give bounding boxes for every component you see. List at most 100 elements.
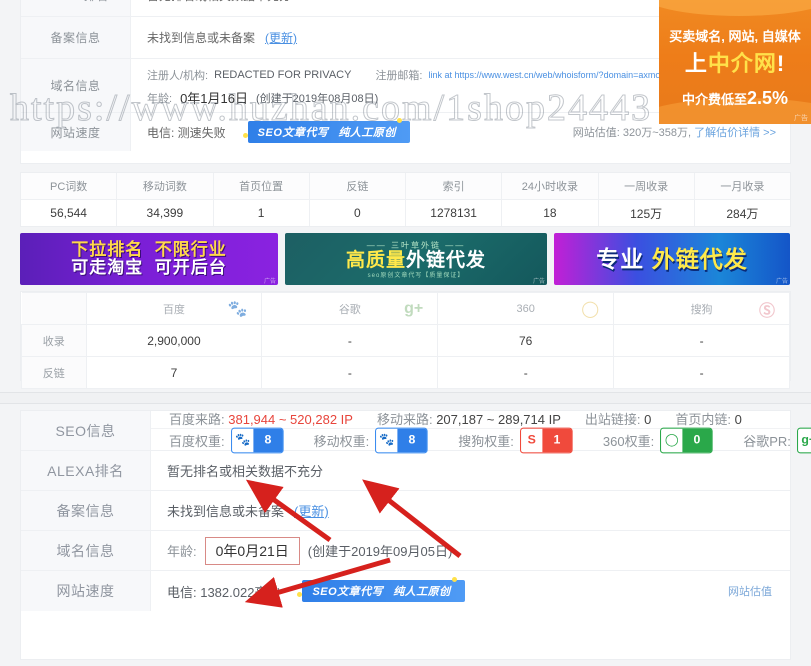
top-seo-article-ad-badge[interactable]: SEO文章代写 纯人工原创 <box>248 121 410 143</box>
pulldown-ranking-ad[interactable]: 下拉排名 不限行业 可走淘宝 可开后台 广告 <box>20 233 278 285</box>
ad1-line1-b: 不限行业 <box>155 240 227 259</box>
ad-banner-strip: 下拉排名 不限行业 可走淘宝 可开后台 广告 —— 三叶草外链 —— 高质量外链… <box>20 233 791 285</box>
orange-ad-line2-c: ! <box>777 51 785 76</box>
top-valuation-link[interactable]: 了解估价详情 >> <box>694 127 776 139</box>
baidu-weight-value: 8 <box>253 429 282 453</box>
top-speed-label: 网站速度 <box>21 113 131 151</box>
top-badge-text-1: SEO文章代写 <box>258 124 329 140</box>
top-valuation-value: 320万~358万, <box>623 127 691 139</box>
bottom-seo-article-ad-badge[interactable]: SEO文章代写 纯人工原创 <box>302 580 464 602</box>
dot-decor-icon <box>452 577 457 582</box>
top-icp-update-link[interactable]: (更新) <box>265 29 297 46</box>
baidu-weight-label: 百度权重: <box>169 431 225 450</box>
bottom-icp-value: 未找到信息或未备案 <box>167 501 284 520</box>
bottom-icp-label: 备案信息 <box>21 491 151 530</box>
so360-weight-chip-bottom[interactable]: 360权重: ◯0 <box>603 429 707 452</box>
ad2-main-b: 外链代发 <box>406 250 486 271</box>
homepage-links-value: 0 <box>735 412 742 427</box>
google-pr-chip-bottom[interactable]: 谷歌PR: g+0 <box>743 429 811 452</box>
zhongjie-banner-ad[interactable]: 买卖域名, 网站, 自媒体 上中介网! 中介费低至2.5% 广告 <box>659 0 811 124</box>
orange-ad-line2: 上中介网! <box>659 46 811 78</box>
outbound-links-kv: 出站链接: 0 <box>585 409 651 428</box>
stat-header: 移动词数 <box>117 173 212 200</box>
stat-header: 反链 <box>310 173 405 200</box>
baidu-traffic-value: 381,944 ~ 520,282 IP <box>228 412 353 427</box>
ad-label: 广告 <box>794 113 808 123</box>
baidu-traffic-kv: 百度来路: 381,944 ~ 520,282 IP <box>169 409 353 428</box>
top-email-value[interactable]: link at https://www.west.cn/web/whoisfor… <box>429 70 679 80</box>
stat-value: 1278131 <box>406 200 501 226</box>
stat-col: 移动词数34,399 <box>117 173 213 226</box>
bottom-icp-value-container: 未找到信息或未备案 (更新) <box>151 491 790 530</box>
stat-header: 首页位置 <box>214 173 309 200</box>
so360-circle-icon: ◯ <box>581 299 599 319</box>
screenshot-divider <box>0 392 811 404</box>
bottom-seo-card: SEO信息 百度来路: 381,944 ~ 520,282 IP 移动来路: 2… <box>20 410 791 660</box>
so360-weight-value: 0 <box>683 429 712 453</box>
bottom-seo-info-label: SEO信息 <box>21 411 151 450</box>
stat-header: 一月收录 <box>695 173 790 200</box>
engine-name: 谷歌 <box>339 304 361 316</box>
baidu-weight-chip-bottom[interactable]: 百度权重: 🐾8 <box>169 429 278 452</box>
top-registrant-label: 注册人/机构: <box>147 67 208 83</box>
stat-header: PC词数 <box>21 173 116 200</box>
engine-name: 360 <box>517 303 535 315</box>
bottom-seo-traffic-line: 百度来路: 381,944 ~ 520,282 IP 移动来路: 207,187… <box>151 409 811 428</box>
ad2-text: —— 三叶草外链 —— 高质量外链代发 seo原创文章代写【质量保证】 <box>346 240 486 279</box>
top-alexa-label: ALEXA排名 <box>21 0 131 16</box>
orange-ad-line1: 买卖域名, 网站, 自媒体 <box>659 26 811 45</box>
stat-header: 24小时收录 <box>502 173 597 200</box>
engine-cell: - <box>262 325 438 357</box>
mobile-traffic-value: 207,187 ~ 289,714 IP <box>436 412 561 427</box>
engine-col-google: 谷歌 g+ <box>262 293 438 325</box>
engine-cell: 7 <box>86 357 262 389</box>
professional-backlink-ad[interactable]: 专业 外链代发 广告 <box>554 233 790 285</box>
ad1-line2-a: 可走淘宝 <box>71 258 143 277</box>
ad-label: 广告 <box>533 276 545 285</box>
bottom-alexa-label: ALEXA排名 <box>21 451 151 490</box>
bottom-seo-weights-line: 百度权重: 🐾8 移动权重: 🐾8 搜狗权重: S1 360权重: <box>151 428 811 452</box>
baidu-paw-icon: 🐾 <box>232 429 253 453</box>
bottom-domain-label: 域名信息 <box>21 531 151 570</box>
ad3-main-b: 外链代发 <box>652 246 748 272</box>
stat-value: 1 <box>214 200 309 226</box>
bottom-icp-update-link[interactable]: (更新) <box>294 501 329 520</box>
ad2-main-a: 高质量 <box>346 250 406 271</box>
homepage-links-kv: 首页内链: 0 <box>675 409 741 428</box>
ad-label: 广告 <box>776 276 788 285</box>
orange-ad-line2-a: 上 <box>685 51 708 76</box>
baidu-traffic-label: 百度来路: <box>169 412 225 427</box>
baidu-paw-icon: 🐾 <box>227 299 247 319</box>
ad2-sub: seo原创文章代写【质量保证】 <box>346 270 486 279</box>
external-link-ad[interactable]: —— 三叶草外链 —— 高质量外链代发 seo原创文章代写【质量保证】 广告 <box>285 233 547 285</box>
engine-table-header-row: 百度🐾 谷歌g+ 360◯ 搜狗Ⓢ <box>22 293 790 325</box>
so360-weight-label: 360权重: <box>603 431 654 450</box>
top-badge-text-2: 纯人工原创 <box>338 124 396 140</box>
bottom-alexa-value: 暂无排名或相关数据不充分 <box>151 451 790 490</box>
stat-value: 18 <box>502 200 597 226</box>
bottom-icp-row: 备案信息 未找到信息或未备案 (更新) <box>21 491 790 531</box>
stat-col: 24小时收录18 <box>502 173 598 226</box>
orange-ad-line2-b: 中介网 <box>708 51 777 76</box>
bottom-speed-label: 网站速度 <box>21 571 151 611</box>
outbound-links-value: 0 <box>644 412 651 427</box>
engine-cell: - <box>614 357 790 389</box>
engine-cell: - <box>614 325 790 357</box>
baidu-mobile-paw-icon: 🐾 <box>376 429 397 453</box>
top-icp-label: 备案信息 <box>21 17 131 58</box>
bottom-badge-text-1: SEO文章代写 <box>312 583 383 599</box>
google-pr-label: 谷歌PR: <box>743 431 791 450</box>
ad-swoosh-decor <box>659 0 811 16</box>
stat-col: 索引1278131 <box>406 173 502 226</box>
sogou-weight-chip-bottom[interactable]: 搜狗权重: S1 <box>458 429 567 452</box>
stat-header: 索引 <box>406 173 501 200</box>
mobile-weight-chip-bottom[interactable]: 移动权重: 🐾8 <box>314 429 423 452</box>
bottom-valuation-link[interactable]: 网站估值 <box>728 583 772 599</box>
stat-value: 34,399 <box>117 200 212 226</box>
engine-col-baidu: 百度🐾 <box>86 293 262 325</box>
engine-row-label: 反链 <box>22 357 87 389</box>
top-valuation-label: 网站估值: <box>573 127 620 139</box>
homepage-links-label: 首页内链: <box>675 412 731 427</box>
google-g-icon: g+ <box>404 300 423 318</box>
engine-col-360: 360 ◯ <box>438 293 614 325</box>
